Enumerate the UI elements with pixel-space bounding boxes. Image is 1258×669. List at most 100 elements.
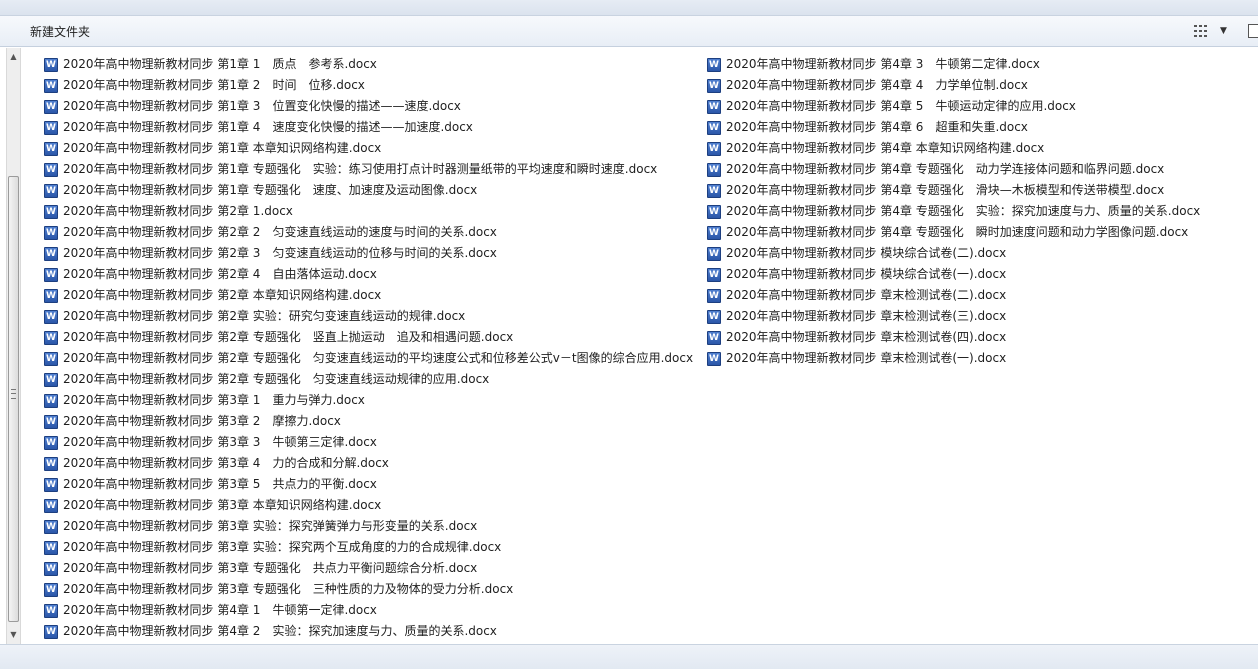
file-item[interactable]: W 2020年高中物理新教材同步 第2章 实验：研究匀变速直线运动的规律.docx: [42, 306, 693, 327]
word-docx-icon: W: [44, 267, 58, 282]
word-docx-icon: W: [44, 57, 58, 72]
file-item[interactable]: W 2020年高中物理新教材同步 第4章 6 超重和失重.docx: [705, 117, 1200, 138]
file-item[interactable]: W 2020年高中物理新教材同步 第3章 1 重力与弹力.docx: [42, 390, 693, 411]
word-docx-icon: W: [44, 309, 58, 324]
file-name: 2020年高中物理新教材同步 第4章 专题强化 实验：探究加速度与力、质量的关系…: [726, 204, 1201, 218]
file-item[interactable]: W 2020年高中物理新教材同步 第4章 5 牛顿运动定律的应用.docx: [705, 96, 1200, 117]
word-docx-icon: W: [44, 225, 58, 240]
word-docx-icon: W: [44, 99, 58, 114]
file-list-pane: ▲ ▼ W 2020年高中物理新教材同步 第1章 1 质点 参考系.docx W 20…: [0, 48, 1258, 644]
file-name: 2020年高中物理新教材同步 模块综合试卷(一).docx: [726, 267, 1007, 281]
file-item[interactable]: W 2020年高中物理新教材同步 第4章 1 牛顿第一定律.docx: [42, 600, 693, 621]
file-name: 2020年高中物理新教材同步 第1章 专题强化 速度、加速度及运动图像.docx: [63, 183, 478, 197]
file-item[interactable]: W 2020年高中物理新教材同步 第4章 4 力学单位制.docx: [705, 75, 1200, 96]
file-name: 2020年高中物理新教材同步 第2章 专题强化 匀变速直线运动规律的应用.doc…: [63, 372, 490, 386]
details-pane: [0, 644, 1258, 669]
new-folder-button[interactable]: 新建文件夹: [30, 23, 90, 41]
file-item[interactable]: W 2020年高中物理新教材同步 章末检测试卷(二).docx: [705, 285, 1200, 306]
file-item[interactable]: W 2020年高中物理新教材同步 第4章 专题强化 实验：探究加速度与力、质量的关…: [705, 201, 1200, 222]
file-name: 2020年高中物理新教材同步 章末检测试卷(三).docx: [726, 309, 1007, 323]
word-docx-icon: W: [44, 162, 58, 177]
file-name: 2020年高中物理新教材同步 第3章 实验：探究两个互成角度的力的合成规律.do…: [63, 540, 502, 554]
vertical-scrollbar[interactable]: ▲ ▼: [6, 48, 21, 644]
file-item[interactable]: W 2020年高中物理新教材同步 第2章 1.docx: [42, 201, 693, 222]
file-item[interactable]: W 2020年高中物理新教材同步 第3章 实验：探究弹簧弹力与形变量的关系.doc…: [42, 516, 693, 537]
word-docx-icon: W: [707, 330, 721, 345]
file-name: 2020年高中物理新教材同步 第4章 5 牛顿运动定律的应用.docx: [726, 99, 1076, 113]
word-docx-icon: W: [707, 204, 721, 219]
word-docx-icon: W: [44, 204, 58, 219]
file-name: 2020年高中物理新教材同步 第2章 4 自由落体运动.docx: [63, 267, 377, 281]
file-item[interactable]: W 2020年高中物理新教材同步 第2章 3 匀变速直线运动的位移与时间的关系.d…: [42, 243, 693, 264]
file-item[interactable]: W 2020年高中物理新教材同步 第2章 本章知识网络构建.docx: [42, 285, 693, 306]
file-item[interactable]: W 2020年高中物理新教材同步 第1章 2 时间 位移.docx: [42, 75, 693, 96]
file-item[interactable]: W 2020年高中物理新教材同步 第2章 专题强化 匀变速直线运动规律的应用.do…: [42, 369, 693, 390]
file-item[interactable]: W 2020年高中物理新教材同步 模块综合试卷(一).docx: [705, 264, 1200, 285]
file-name: 2020年高中物理新教材同步 第3章 专题强化 三种性质的力及物体的受力分析.d…: [63, 582, 514, 596]
file-item[interactable]: W 2020年高中物理新教材同步 第1章 本章知识网络构建.docx: [42, 138, 693, 159]
explorer-toolbar: 新建文件夹 ▼: [0, 16, 1258, 47]
word-docx-icon: W: [44, 561, 58, 576]
file-name: 2020年高中物理新教材同步 第1章 4 速度变化快慢的描述——加速度.docx: [63, 120, 473, 134]
word-docx-icon: W: [707, 351, 721, 366]
file-name: 2020年高中物理新教材同步 第1章 1 质点 参考系.docx: [63, 57, 377, 71]
file-name: 2020年高中物理新教材同步 第2章 1.docx: [63, 204, 293, 218]
file-name: 2020年高中物理新教材同步 章末检测试卷(二).docx: [726, 288, 1007, 302]
file-item[interactable]: W 2020年高中物理新教材同步 第4章 2 实验：探究加速度与力、质量的关系.d…: [42, 621, 693, 642]
file-name: 2020年高中物理新教材同步 第2章 本章知识网络构建.docx: [63, 288, 382, 302]
file-item[interactable]: W 2020年高中物理新教材同步 第1章 1 质点 参考系.docx: [42, 54, 693, 75]
file-item[interactable]: W 2020年高中物理新教材同步 第3章 2 摩擦力.docx: [42, 411, 693, 432]
word-docx-icon: W: [707, 57, 721, 72]
scroll-down-arrow-icon[interactable]: ▼: [7, 628, 20, 642]
file-item[interactable]: W 2020年高中物理新教材同步 第2章 专题强化 匀变速直线运动的平均速度公式和…: [42, 348, 693, 369]
file-name: 2020年高中物理新教材同步 第4章 4 力学单位制.docx: [726, 78, 1028, 92]
file-item[interactable]: W 2020年高中物理新教材同步 第3章 专题强化 三种性质的力及物体的受力分析.…: [42, 579, 693, 600]
file-name: 2020年高中物理新教材同步 第3章 实验：探究弹簧弹力与形变量的关系.docx: [63, 519, 478, 533]
file-item[interactable]: W 2020年高中物理新教材同步 章末检测试卷(四).docx: [705, 327, 1200, 348]
file-name: 2020年高中物理新教材同步 第1章 2 时间 位移.docx: [63, 78, 365, 92]
word-docx-icon: W: [44, 183, 58, 198]
file-name: 2020年高中物理新教材同步 模块综合试卷(二).docx: [726, 246, 1007, 260]
word-docx-icon: W: [44, 120, 58, 135]
scrollbar-thumb[interactable]: [8, 176, 19, 622]
file-item[interactable]: W 2020年高中物理新教材同步 第1章 专题强化 速度、加速度及运动图像.doc…: [42, 180, 693, 201]
file-item[interactable]: W 2020年高中物理新教材同步 第2章 4 自由落体运动.docx: [42, 264, 693, 285]
word-docx-icon: W: [707, 162, 721, 177]
file-item[interactable]: W 2020年高中物理新教材同步 第1章 4 速度变化快慢的描述——加速度.doc…: [42, 117, 693, 138]
word-docx-icon: W: [44, 246, 58, 261]
file-item[interactable]: W 2020年高中物理新教材同步 第4章 专题强化 动力学连接体问题和临界问题.d…: [705, 159, 1200, 180]
file-item[interactable]: W 2020年高中物理新教材同步 模块综合试卷(二).docx: [705, 243, 1200, 264]
word-docx-icon: W: [44, 288, 58, 303]
file-item[interactable]: W 2020年高中物理新教材同步 第1章 3 位置变化快慢的描述——速度.docx: [42, 96, 693, 117]
file-item[interactable]: W 2020年高中物理新教材同步 第4章 本章知识网络构建.docx: [705, 138, 1200, 159]
file-item[interactable]: W 2020年高中物理新教材同步 章末检测试卷(三).docx: [705, 306, 1200, 327]
details-view-icon[interactable]: [1194, 24, 1210, 38]
chevron-down-icon[interactable]: ▼: [1220, 26, 1227, 36]
file-item[interactable]: W 2020年高中物理新教材同步 第4章 专题强化 瞬时加速度问题和动力学图像问题…: [705, 222, 1200, 243]
scroll-up-arrow-icon[interactable]: ▲: [7, 50, 20, 64]
word-docx-icon: W: [44, 372, 58, 387]
file-item[interactable]: W 2020年高中物理新教材同步 第4章 3 牛顿第二定律.docx: [705, 54, 1200, 75]
file-name: 2020年高中物理新教材同步 第3章 本章知识网络构建.docx: [63, 498, 382, 512]
file-item[interactable]: W 2020年高中物理新教材同步 第4章 专题强化 滑块—木板模型和传送带模型.d…: [705, 180, 1200, 201]
file-item[interactable]: W 2020年高中物理新教材同步 第3章 4 力的合成和分解.docx: [42, 453, 693, 474]
word-docx-icon: W: [707, 225, 721, 240]
file-item[interactable]: W 2020年高中物理新教材同步 第3章 3 牛顿第三定律.docx: [42, 432, 693, 453]
word-docx-icon: W: [44, 582, 58, 597]
file-name: 2020年高中物理新教材同步 第4章 6 超重和失重.docx: [726, 120, 1028, 134]
file-name: 2020年高中物理新教材同步 第2章 实验：研究匀变速直线运动的规律.docx: [63, 309, 466, 323]
file-item[interactable]: W 2020年高中物理新教材同步 第3章 5 共点力的平衡.docx: [42, 474, 693, 495]
file-item[interactable]: W 2020年高中物理新教材同步 第3章 专题强化 共点力平衡问题综合分析.doc…: [42, 558, 693, 579]
file-item[interactable]: W 2020年高中物理新教材同步 第2章 2 匀变速直线运动的速度与时间的关系.d…: [42, 222, 693, 243]
file-item[interactable]: W 2020年高中物理新教材同步 第3章 本章知识网络构建.docx: [42, 495, 693, 516]
file-name: 2020年高中物理新教材同步 第1章 专题强化 实验：练习使用打点计时器测量纸带…: [63, 162, 658, 176]
file-name: 2020年高中物理新教材同步 第4章 2 实验：探究加速度与力、质量的关系.do…: [63, 624, 497, 638]
file-name: 2020年高中物理新教材同步 第2章 专题强化 竖直上抛运动 追及和相遇问题.d…: [63, 330, 514, 344]
file-item[interactable]: W 2020年高中物理新教材同步 第2章 专题强化 竖直上抛运动 追及和相遇问题.…: [42, 327, 693, 348]
preview-pane-icon[interactable]: [1248, 24, 1258, 38]
word-docx-icon: W: [44, 330, 58, 345]
file-item[interactable]: W 2020年高中物理新教材同步 章末检测试卷(一).docx: [705, 348, 1200, 369]
file-item[interactable]: W 2020年高中物理新教材同步 第3章 实验：探究两个互成角度的力的合成规律.d…: [42, 537, 693, 558]
file-name: 2020年高中物理新教材同步 第2章 3 匀变速直线运动的位移与时间的关系.do…: [63, 246, 497, 260]
file-item[interactable]: W 2020年高中物理新教材同步 第1章 专题强化 实验：练习使用打点计时器测量纸…: [42, 159, 693, 180]
